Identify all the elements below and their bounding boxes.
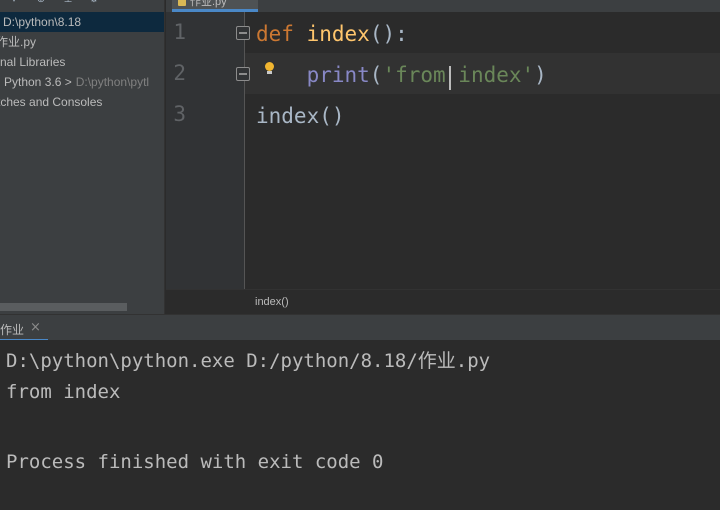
add-icon[interactable]: ▾ <box>8 0 20 5</box>
run-panel-header: 作业 × <box>0 314 720 341</box>
code-line-1: def index(): <box>256 21 408 47</box>
line-number: 1 <box>173 20 186 44</box>
python-file-icon <box>178 0 186 6</box>
project-sidebar: ▾ ⊕ ⊥ ⚙ D:\python\8.18 作业.py rnal Librar… <box>0 0 165 314</box>
keyword-token: def <box>256 22 294 46</box>
close-icon[interactable]: × <box>30 320 41 335</box>
sidebar-item-external-libraries[interactable]: rnal Libraries <box>0 52 65 72</box>
editor-tab-strip: 作业.py <box>166 0 720 12</box>
code-line-2: print('from index') <box>256 62 547 88</box>
sidebar-item-label: tches and Consoles <box>0 95 103 109</box>
sidebar-item-project-root[interactable]: D:\python\8.18 <box>0 12 164 32</box>
collapse-icon[interactable]: ⊕ <box>35 0 47 5</box>
sidebar-toolbar: ▾ ⊕ ⊥ ⚙ <box>0 0 164 12</box>
console-line: Process finished with exit code 0 <box>6 451 384 473</box>
fold-end-icon[interactable] <box>236 67 250 81</box>
gutter: 1 2 3 <box>166 12 244 289</box>
builtin-token: print <box>306 63 370 87</box>
sidebar-item-scratches[interactable]: tches and Consoles <box>0 92 102 112</box>
punctuation-token: ( <box>369 63 383 87</box>
run-tab[interactable]: 作业 × <box>0 315 48 341</box>
scroll-from-source-icon[interactable]: ⊥ <box>62 0 74 5</box>
function-name-token: index <box>306 22 370 46</box>
sidebar-item-label: Python 3.6 > <box>4 75 72 89</box>
line-number: 2 <box>173 61 186 85</box>
sidebar-item-label: D:\python\8.18 <box>3 15 82 29</box>
sidebar-item-path: D:\python\pytl <box>75 75 150 89</box>
code-editor[interactable]: 1 2 3 def index(): print('from index') i… <box>166 12 720 289</box>
tab-file[interactable]: 作业.py <box>172 0 258 12</box>
call-token: index() <box>256 104 345 128</box>
code-line-3: index() <box>256 103 345 129</box>
console-line: from index <box>6 381 121 403</box>
gutter-divider <box>244 12 245 289</box>
settings-icon[interactable]: ⚙ <box>88 0 100 5</box>
sidebar-item-label: 作业.py <box>0 35 37 49</box>
punctuation-token: ) <box>534 63 547 87</box>
breadcrumb[interactable]: index() <box>255 296 289 308</box>
fold-collapse-icon[interactable] <box>236 26 250 40</box>
sidebar-item-file[interactable]: 作业.py <box>0 32 36 52</box>
line-number: 3 <box>173 102 186 126</box>
sidebar-item-python-sdk[interactable]: Python 3.6 > D:\python\pytl <box>4 72 149 92</box>
run-tab-label: 作业 <box>0 323 25 337</box>
tab-label: 作业.py <box>190 0 227 8</box>
console-line: D:\python\python.exe D:/python/8.18/作业.p… <box>6 350 491 372</box>
text-caret <box>449 66 451 90</box>
sidebar-horizontal-scrollbar[interactable] <box>0 303 127 311</box>
indent-token <box>256 63 307 87</box>
run-console[interactable]: D:\python\python.exe D:/python/8.18/作业.p… <box>0 340 720 510</box>
sidebar-item-label: rnal Libraries <box>0 55 66 69</box>
punctuation-token: (): <box>369 22 408 46</box>
breadcrumb-bar: index() <box>166 289 720 314</box>
string-token: 'from index' <box>382 63 535 87</box>
